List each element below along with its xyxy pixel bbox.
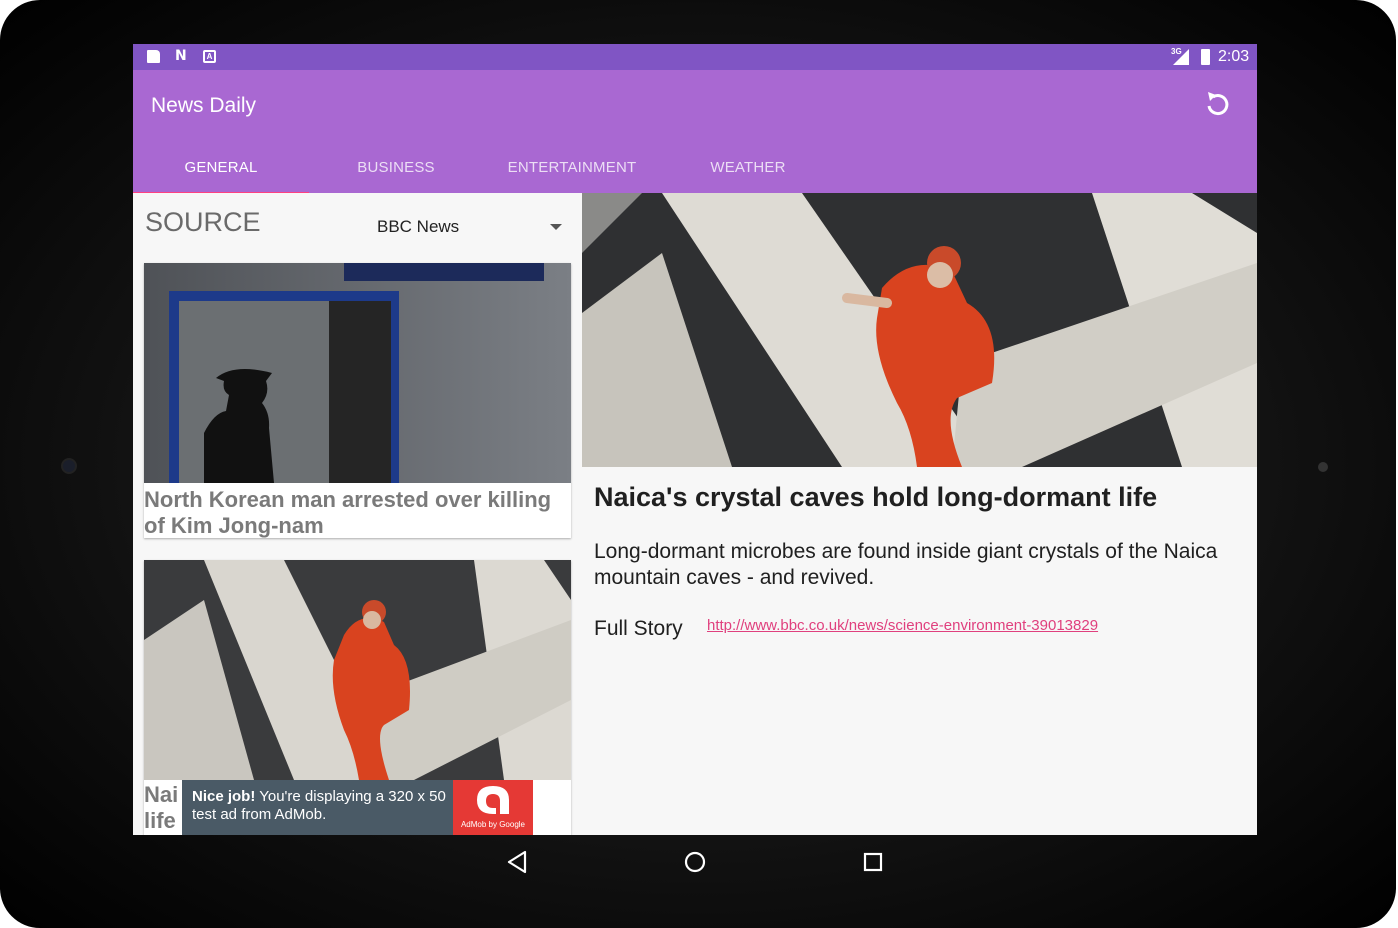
sensor-icon bbox=[1318, 462, 1328, 472]
ad-brand: AdMob by Google bbox=[460, 820, 526, 829]
source-selected-value: BBC News bbox=[377, 217, 460, 236]
recents-button[interactable] bbox=[860, 849, 886, 875]
admob-logo: AdMob by Google bbox=[453, 780, 533, 835]
status-time: 2:03 bbox=[1218, 48, 1250, 65]
source-dropdown[interactable]: BBC News bbox=[361, 209, 571, 245]
ad-banner[interactable]: Nice job! You're displaying a 320 x 50 t… bbox=[182, 780, 533, 835]
sd-card-icon bbox=[147, 50, 160, 63]
tab-bar: GENERAL BUSINESS ENTERTAINMENT WEATHER bbox=[133, 142, 1257, 193]
app-title: News Daily bbox=[151, 94, 257, 117]
app-bar: News Daily GENERAL BUSINESS ENTERTAINMEN… bbox=[133, 70, 1257, 193]
refresh-icon bbox=[1207, 92, 1229, 116]
admob-icon bbox=[477, 786, 509, 814]
source-label: SOURCE bbox=[145, 207, 261, 237]
status-bar: N A 3G 2:03 bbox=[133, 44, 1257, 70]
signal-icon bbox=[1173, 49, 1189, 65]
a-notification-icon: A bbox=[203, 50, 216, 63]
ad-text-bold: Nice job! bbox=[192, 788, 256, 805]
camera-icon bbox=[61, 458, 77, 474]
article-title-start: Nai bbox=[144, 782, 179, 807]
dropdown-arrow-icon bbox=[550, 224, 562, 230]
recents-icon bbox=[863, 852, 883, 872]
screen: N A 3G 2:03 News Daily GENERAL BUSINESS … bbox=[133, 44, 1257, 835]
refresh-button[interactable] bbox=[1199, 86, 1235, 122]
full-story-label: Full Story bbox=[594, 617, 683, 640]
article-card[interactable]: North Korean man arrested over killing o… bbox=[144, 263, 571, 538]
article-title: North Korean man arrested over killing o… bbox=[144, 487, 552, 538]
home-icon bbox=[684, 851, 706, 873]
full-story-link[interactable]: http://www.bbc.co.uk/news/science-enviro… bbox=[707, 617, 1098, 634]
tab-weather[interactable]: WEATHER bbox=[660, 142, 836, 193]
article-list-pane: SOURCE BBC News North Korean man arreste… bbox=[133, 193, 582, 835]
article-hero-image bbox=[582, 193, 1257, 467]
article-title-line2: life bbox=[144, 808, 176, 833]
detail-title: Naica's crystal caves hold long-dormant … bbox=[594, 482, 1158, 512]
nav-bar bbox=[133, 835, 1257, 889]
ad-text: Nice job! You're displaying a 320 x 50 t… bbox=[192, 788, 452, 824]
back-icon bbox=[507, 850, 527, 874]
battery-icon bbox=[1201, 49, 1210, 65]
back-button[interactable] bbox=[505, 849, 531, 875]
article-thumbnail bbox=[144, 263, 571, 483]
home-button[interactable] bbox=[682, 849, 708, 875]
detail-description: Long-dormant microbes are found inside g… bbox=[594, 540, 1218, 589]
tab-business[interactable]: BUSINESS bbox=[308, 142, 484, 193]
tab-entertainment[interactable]: ENTERTAINMENT bbox=[484, 142, 660, 193]
article-thumbnail bbox=[144, 560, 571, 780]
article-detail-pane: Naica's crystal caves hold long-dormant … bbox=[582, 193, 1257, 835]
n-notification-icon: N bbox=[175, 48, 187, 64]
tab-general[interactable]: GENERAL bbox=[133, 142, 309, 193]
